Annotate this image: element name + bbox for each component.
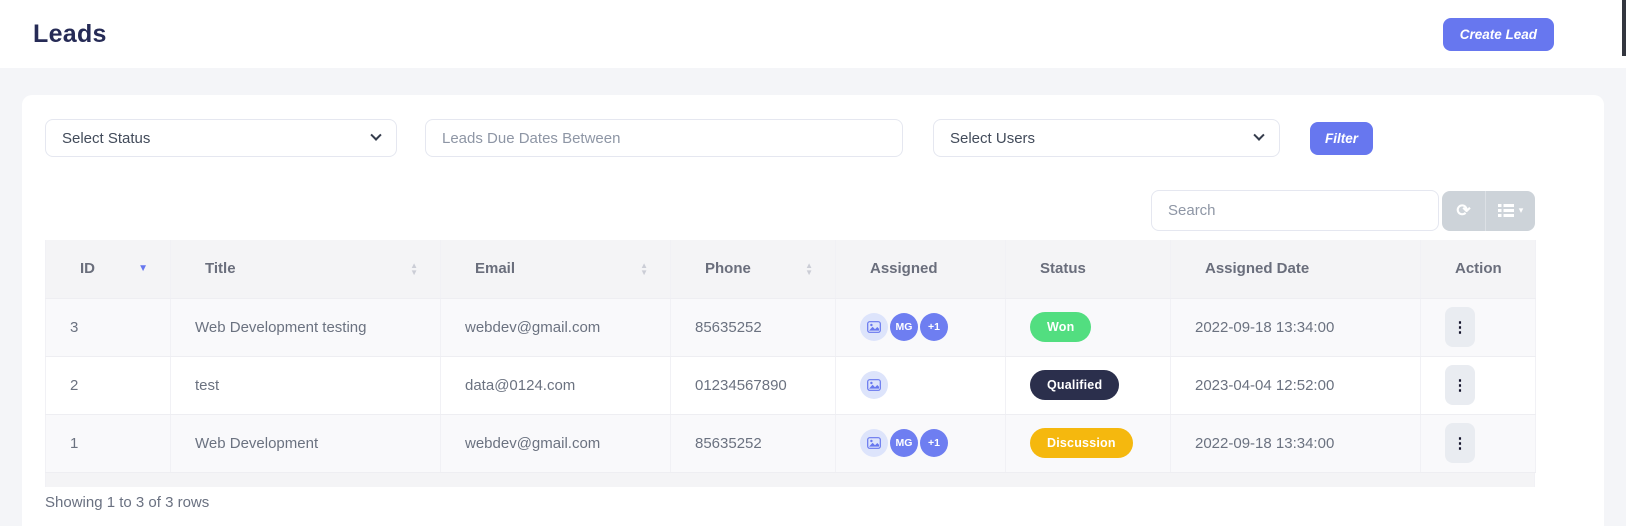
column-label: Assigned Date — [1205, 260, 1309, 277]
chevron-down-icon — [1253, 130, 1264, 141]
cell-title: Web Development testing — [171, 298, 441, 356]
cell-status: Discussion — [1006, 414, 1171, 472]
column-header-status: Status — [1006, 240, 1171, 298]
cell-assigned: MG+1 — [836, 298, 1006, 356]
ellipsis-vertical-icon: ⋮ — [1453, 377, 1468, 394]
column-header-assigned_date: Assigned Date — [1171, 240, 1421, 298]
column-label: ID — [80, 260, 95, 277]
avatar-image — [860, 313, 888, 341]
avatar-image — [860, 371, 888, 399]
cell-phone: 85635252 — [671, 298, 836, 356]
table-list-icon — [1498, 204, 1514, 217]
row-actions-button[interactable]: ⋮ — [1445, 423, 1475, 463]
cell-status: Won — [1006, 298, 1171, 356]
status-badge: Discussion — [1030, 428, 1133, 458]
avatar-more: +1 — [920, 313, 948, 341]
refresh-button[interactable]: ⟳ — [1442, 191, 1485, 231]
cell-email: data@0124.com — [441, 356, 671, 414]
cell-title: test — [171, 356, 441, 414]
column-header-phone[interactable]: Phone ▲▼ — [671, 240, 836, 298]
image-icon — [867, 321, 881, 333]
status-badge: Won — [1030, 312, 1091, 342]
cell-id: 2 — [46, 356, 171, 414]
cell-email: webdev@gmail.com — [441, 298, 671, 356]
pagination-summary: Showing 1 to 3 of 3 rows — [45, 494, 1535, 511]
filter-button[interactable]: Filter — [1310, 122, 1373, 155]
create-lead-button[interactable]: Create Lead — [1443, 18, 1554, 51]
scrollbar-thumb[interactable] — [1622, 0, 1626, 56]
table-header-row: ID ▼ Title ▲▼ Email ▲▼ Phone ▲▼ Assigned Status As… — [46, 240, 1536, 298]
ellipsis-vertical-icon: ⋮ — [1453, 319, 1468, 336]
cell-action: ⋮ — [1421, 356, 1536, 414]
cell-phone: 85635252 — [671, 414, 836, 472]
columns-toggle-button[interactable]: ▾ — [1485, 191, 1535, 231]
sort-icon: ▲▼ — [805, 262, 813, 276]
cell-action: ⋮ — [1421, 298, 1536, 356]
image-icon — [867, 437, 881, 449]
refresh-icon: ⟳ — [1456, 201, 1470, 221]
table-body: 3Web Development testingwebdev@gmail.com… — [46, 298, 1536, 472]
row-actions-button[interactable]: ⋮ — [1445, 307, 1475, 347]
column-label: Phone — [705, 260, 751, 277]
cell-phone: 01234567890 — [671, 356, 836, 414]
cell-assigned-date: 2022-09-18 13:34:00 — [1171, 298, 1421, 356]
column-label: Status — [1040, 260, 1086, 277]
table-tools: ⟳ ▾ — [1442, 191, 1535, 231]
leads-card: Select Status Select Users Filter ⟳ — [22, 95, 1604, 526]
cell-title: Web Development — [171, 414, 441, 472]
caret-down-icon: ▾ — [1519, 205, 1524, 216]
search-toolbar: ⟳ ▾ — [45, 190, 1535, 231]
column-header-title[interactable]: Title ▲▼ — [171, 240, 441, 298]
table-row: 3Web Development testingwebdev@gmail.com… — [46, 298, 1536, 356]
sort-icon: ▲▼ — [640, 262, 648, 276]
status-select-value: Select Status — [62, 130, 150, 147]
column-label: Email — [475, 260, 515, 277]
cell-status: Qualified — [1006, 356, 1171, 414]
sort-desc-icon: ▼ — [138, 263, 148, 274]
ellipsis-vertical-icon: ⋮ — [1453, 435, 1468, 452]
leads-table: ID ▼ Title ▲▼ Email ▲▼ Phone ▲▼ Assigned Status As… — [45, 240, 1536, 473]
status-badge: Qualified — [1030, 370, 1119, 400]
chevron-down-icon — [370, 130, 381, 141]
table-row: 2testdata@0124.com01234567890 Qualified 20… — [46, 356, 1536, 414]
column-label: Assigned — [870, 260, 938, 277]
status-select[interactable]: Select Status — [45, 119, 397, 157]
cell-assigned-date: 2022-09-18 13:34:00 — [1171, 414, 1421, 472]
table-footer-strip — [45, 473, 1535, 487]
avatar-more: +1 — [920, 429, 948, 457]
sort-icon: ▲▼ — [410, 262, 418, 276]
avatar-initials: MG — [890, 313, 918, 341]
users-select-value: Select Users — [950, 130, 1035, 147]
due-dates-input[interactable] — [425, 119, 903, 157]
row-actions-button[interactable]: ⋮ — [1445, 365, 1475, 405]
cell-id: 3 — [46, 298, 171, 356]
users-select[interactable]: Select Users — [933, 119, 1280, 157]
filter-row: Select Status Select Users Filter — [45, 119, 1535, 157]
cell-action: ⋮ — [1421, 414, 1536, 472]
column-header-action: Action — [1421, 240, 1536, 298]
cell-assigned-date: 2023-04-04 12:52:00 — [1171, 356, 1421, 414]
cell-id: 1 — [46, 414, 171, 472]
column-label: Action — [1455, 260, 1502, 277]
column-header-id[interactable]: ID ▼ — [46, 240, 171, 298]
cell-assigned — [836, 356, 1006, 414]
avatar-image — [860, 429, 888, 457]
image-icon — [867, 379, 881, 391]
cell-email: webdev@gmail.com — [441, 414, 671, 472]
avatar-initials: MG — [890, 429, 918, 457]
top-bar: Leads Create Lead — [0, 0, 1626, 68]
column-header-email[interactable]: Email ▲▼ — [441, 240, 671, 298]
cell-assigned: MG+1 — [836, 414, 1006, 472]
column-header-assigned: Assigned — [836, 240, 1006, 298]
column-label: Title — [205, 260, 236, 277]
page-title: Leads — [33, 20, 107, 49]
search-input[interactable] — [1151, 190, 1439, 231]
table-row: 1Web Developmentwebdev@gmail.com85635252… — [46, 414, 1536, 472]
